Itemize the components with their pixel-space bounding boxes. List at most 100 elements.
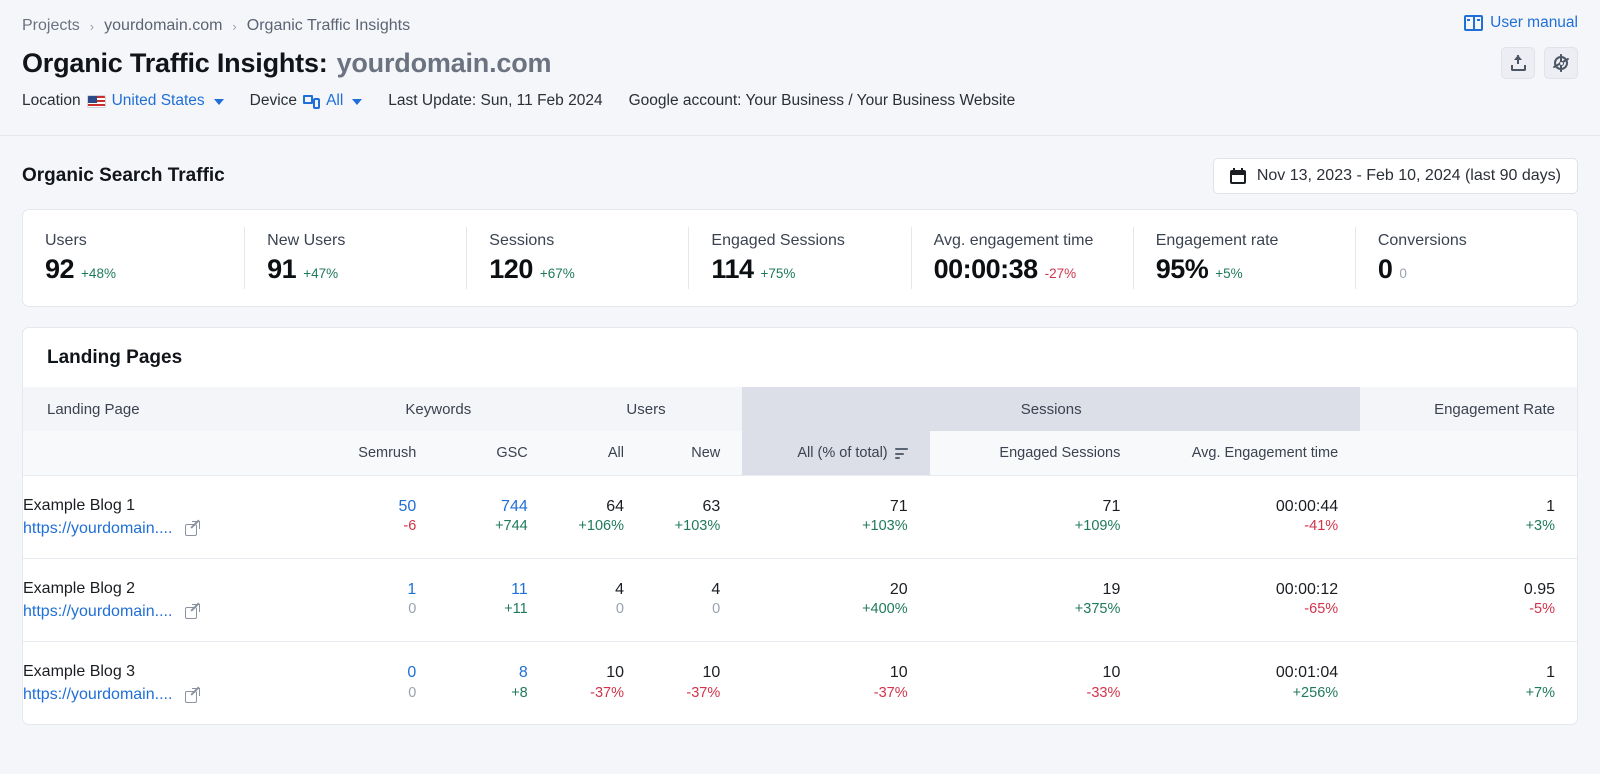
cell-delta: -37% bbox=[686, 684, 721, 701]
column-engaged-sessions[interactable]: Engaged Sessions bbox=[929, 431, 1143, 475]
metrics-summary-card: Users 92 +48% New Users 91 +47% Sessions… bbox=[22, 209, 1578, 307]
column-semrush[interactable]: Semrush bbox=[326, 431, 439, 475]
cell-delta: +744 bbox=[495, 518, 528, 535]
table-body: Example Blog 1 https://yourdomain.... 50… bbox=[23, 475, 1577, 724]
landing-page-url[interactable]: https://yourdomain.... bbox=[23, 686, 172, 704]
export-button[interactable] bbox=[1501, 47, 1535, 79]
section-title: Organic Search Traffic bbox=[22, 165, 225, 186]
breadcrumb: Projects › yourdomain.com › Organic Traf… bbox=[22, 14, 1578, 38]
page-title-domain: yourdomain.com bbox=[336, 48, 552, 78]
external-link-icon[interactable] bbox=[185, 687, 201, 703]
table-row[interactable]: Example Blog 2 https://yourdomain.... 10… bbox=[23, 558, 1577, 641]
settings-button[interactable] bbox=[1544, 47, 1578, 79]
device-filter[interactable]: Device All bbox=[250, 92, 363, 110]
column-sessions-all[interactable]: All (% of total) bbox=[742, 431, 930, 475]
cell-delta: +11 bbox=[504, 601, 528, 618]
page-header: Projects › yourdomain.com › Organic Traf… bbox=[0, 0, 1600, 136]
table-header-group-row: Landing Page Keywords Users Sessions Eng… bbox=[23, 387, 1577, 431]
cell-users-new: 40 bbox=[646, 558, 742, 641]
cell-semrush: 10 bbox=[327, 558, 438, 641]
breadcrumb-item-projects[interactable]: Projects bbox=[22, 17, 80, 35]
cell-value[interactable]: 50 bbox=[327, 497, 417, 517]
table-header-sub-row: Semrush GSC All New All (% of total) Eng… bbox=[23, 431, 1577, 475]
cell-delta: +256% bbox=[1292, 684, 1339, 701]
cell-delta: +8 bbox=[511, 684, 528, 701]
cell-value: 10 bbox=[702, 664, 721, 682]
external-link-icon[interactable] bbox=[185, 604, 201, 620]
location-value: United States bbox=[111, 92, 205, 109]
upload-icon bbox=[1510, 55, 1526, 71]
breadcrumb-item-current[interactable]: Organic Traffic Insights bbox=[247, 17, 410, 35]
cell-delta: +103% bbox=[862, 518, 908, 535]
cell-value: 71 bbox=[1102, 497, 1121, 515]
column-group-sessions[interactable]: Sessions bbox=[742, 387, 1361, 431]
column-users-all[interactable]: All bbox=[549, 431, 646, 475]
column-avg-engagement-time[interactable]: Avg. Engagement time bbox=[1142, 431, 1361, 475]
header-actions bbox=[1501, 47, 1578, 79]
metric-label: New Users bbox=[267, 231, 346, 249]
cell-users-new: 63 +103% bbox=[646, 475, 742, 558]
cell-value[interactable]: 0 bbox=[327, 663, 416, 683]
metric-value: 91 bbox=[267, 253, 297, 284]
metric-delta: +48% bbox=[81, 265, 116, 281]
column-group-engagement-rate[interactable]: Engagement Rate bbox=[1360, 387, 1577, 431]
landing-page-name: Example Blog 2 bbox=[23, 580, 136, 598]
metric-label: Sessions bbox=[489, 231, 555, 249]
column-engagement-rate-spacer bbox=[1360, 431, 1577, 475]
cell-users-new: 10 -37% bbox=[646, 641, 742, 724]
landing-page-name: Example Blog 1 bbox=[23, 497, 136, 515]
metric-value: 00:00:38 bbox=[933, 253, 1039, 284]
user-manual-link[interactable]: User manual bbox=[1464, 14, 1578, 32]
column-sessions-all-label: All (% of total) bbox=[797, 444, 888, 461]
column-group-landing-page[interactable]: Landing Page bbox=[23, 387, 327, 431]
user-manual-label: User manual bbox=[1490, 14, 1578, 31]
cell-delta: -33% bbox=[1086, 684, 1121, 701]
cell-engaged-sessions: 10 -33% bbox=[930, 641, 1143, 724]
location-filter[interactable]: Location United States bbox=[22, 92, 224, 110]
metric-avg-engagement-time: Avg. engagement time 00:00:38 -27% bbox=[910, 227, 1133, 289]
metric-value: 0 bbox=[1377, 253, 1393, 284]
cell-value[interactable]: 11 bbox=[438, 580, 528, 600]
landing-page-url[interactable]: https://yourdomain.... bbox=[23, 603, 172, 621]
breadcrumb-item-domain[interactable]: yourdomain.com bbox=[104, 17, 222, 35]
metric-value: 92 bbox=[45, 253, 75, 284]
table-row[interactable]: Example Blog 3 https://yourdomain.... 00… bbox=[23, 641, 1577, 724]
cell-delta: +106% bbox=[578, 518, 624, 535]
landing-pages-card: Landing Pages Landing Page Keywords User… bbox=[22, 327, 1578, 725]
cell-value[interactable]: 744 bbox=[438, 497, 528, 517]
date-range-label: Nov 13, 2023 - Feb 10, 2024 (last 90 day… bbox=[1256, 167, 1561, 184]
cell-value[interactable]: 8 bbox=[438, 663, 528, 683]
landing-page-url[interactable]: https://yourdomain.... bbox=[23, 520, 172, 538]
metric-label: Engagement rate bbox=[1155, 231, 1279, 249]
cell-landing-page: Example Blog 1 https://yourdomain.... bbox=[23, 475, 327, 558]
cell-value: 1 bbox=[1546, 664, 1555, 682]
metric-label: Avg. engagement time bbox=[933, 231, 1094, 249]
cell-value[interactable]: 1 bbox=[327, 580, 416, 600]
column-group-users[interactable]: Users bbox=[549, 387, 743, 431]
cell-value: 4 bbox=[615, 580, 624, 598]
cell-delta: 0 bbox=[615, 601, 624, 618]
metric-delta: +47% bbox=[303, 265, 339, 281]
cell-avg-engagement-time: 00:00:12 -65% bbox=[1142, 558, 1360, 641]
breadcrumb-separator-icon: › bbox=[232, 18, 237, 34]
landing-pages-title: Landing Pages bbox=[47, 347, 183, 368]
metric-sessions: Sessions 120 +67% bbox=[466, 227, 688, 289]
cell-gsc: 744 +744 bbox=[438, 475, 549, 558]
sort-descending-icon[interactable] bbox=[894, 448, 908, 460]
cell-engaged-sessions: 19 +375% bbox=[930, 558, 1143, 641]
cell-avg-engagement-time: 00:00:44 -41% bbox=[1142, 475, 1360, 558]
cell-delta: +375% bbox=[1074, 601, 1121, 618]
cell-delta: 0 bbox=[408, 684, 417, 701]
cell-sessions-all: 71 +103% bbox=[742, 475, 929, 558]
cell-engaged-sessions: 71 +109% bbox=[930, 475, 1143, 558]
cell-delta: +109% bbox=[1074, 518, 1121, 535]
column-group-keywords[interactable]: Keywords bbox=[326, 387, 550, 431]
column-users-new[interactable]: New bbox=[645, 431, 743, 475]
column-gsc[interactable]: GSC bbox=[438, 431, 550, 475]
table-row[interactable]: Example Blog 1 https://yourdomain.... 50… bbox=[23, 475, 1577, 558]
date-range-picker[interactable]: Nov 13, 2023 - Feb 10, 2024 (last 90 day… bbox=[1212, 158, 1578, 194]
cell-value: 10 bbox=[889, 664, 908, 682]
external-link-icon[interactable] bbox=[185, 521, 201, 537]
cell-value: 10 bbox=[1102, 664, 1121, 682]
cell-value: 0.95 bbox=[1523, 580, 1555, 598]
